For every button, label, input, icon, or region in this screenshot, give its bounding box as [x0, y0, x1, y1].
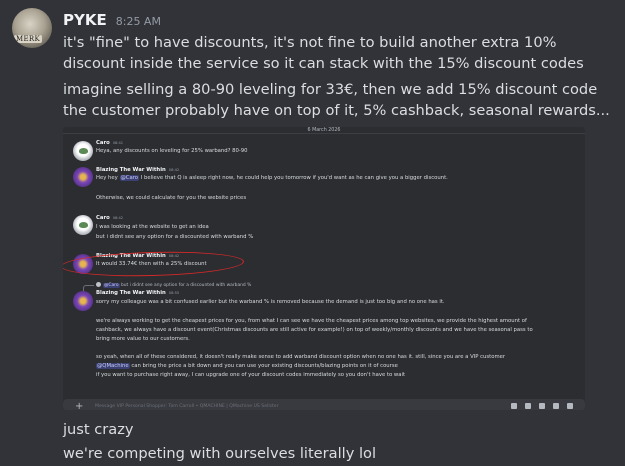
username[interactable]: PYKE	[63, 11, 107, 29]
gift-icon	[511, 403, 517, 409]
message-text: imagine selling a 80-90 leveling for 33€…	[63, 81, 610, 119]
chat-line: sorry my colleague was a bit confused ea…	[96, 299, 445, 305]
plus-icon: +	[75, 401, 84, 410]
chat-author: Caro 08:42	[96, 215, 124, 221]
chat-line: Heya, any discounts on leveling for 25% …	[96, 148, 248, 154]
apps-icon	[567, 403, 573, 409]
chat-line: we're always working to get the cheapest…	[96, 318, 527, 324]
avatar	[73, 291, 93, 311]
chat-line: cashback, we always have a discount even…	[96, 327, 533, 333]
message-input: + Message VIP Personal Shopper: Tom Carr…	[63, 399, 585, 410]
chat-line: bring more value to our customers.	[96, 336, 190, 342]
chat-line: but i didnt see any option for a discoun…	[96, 234, 254, 240]
reply-preview: @Caro but i didnt see any option for a d…	[96, 282, 251, 288]
input-placeholder: Message VIP Personal Shopper: Tom Carrol…	[95, 404, 279, 409]
chat-line: @QMachine can bring the price a bit down…	[96, 363, 398, 369]
chat-line: Hey hey @Caro I believe that Q is asleep…	[96, 175, 448, 181]
chat-line: I was looking at the website to get an i…	[96, 224, 209, 230]
message-text: just crazy	[63, 421, 134, 438]
chat-line: if you want to purchase right away, I ca…	[96, 372, 406, 378]
chat-author: Blazing The War Within 08:55	[96, 290, 180, 296]
avatar	[73, 167, 93, 187]
red-highlight-circle	[63, 249, 245, 279]
message-text: it's "fine" to have discounts, it's not …	[63, 34, 584, 72]
reply-avatar-icon	[96, 282, 101, 287]
chat-line: so yeah, when all of these considered, i…	[96, 354, 506, 360]
emoji-icon	[553, 403, 559, 409]
date-divider-line	[63, 133, 585, 134]
avatar	[73, 141, 93, 161]
avatar-label: MERK	[14, 35, 42, 43]
gif-icon	[525, 403, 531, 409]
avatar	[73, 215, 93, 235]
avatar[interactable]: MERK	[12, 8, 52, 48]
chat-author: Caro 08:41	[96, 140, 124, 146]
embedded-screenshot[interactable]: 6 March 2026 Caro 08:41 Heya, any discoun…	[63, 127, 585, 410]
chat-line: Otherwise, we could calculate for you th…	[96, 195, 247, 201]
sticker-icon	[539, 403, 545, 409]
message-text: we're competing with ourselves literally…	[63, 445, 377, 462]
date-divider: 6 March 2026	[301, 128, 347, 133]
message-header: PYKE 8:25 AM	[63, 11, 161, 29]
chat-author: Blazing The War Within 08:42	[96, 167, 180, 173]
timestamp: 8:25 AM	[115, 15, 161, 28]
mention: @Caro	[119, 175, 140, 181]
mention: @QMachine	[96, 363, 130, 369]
